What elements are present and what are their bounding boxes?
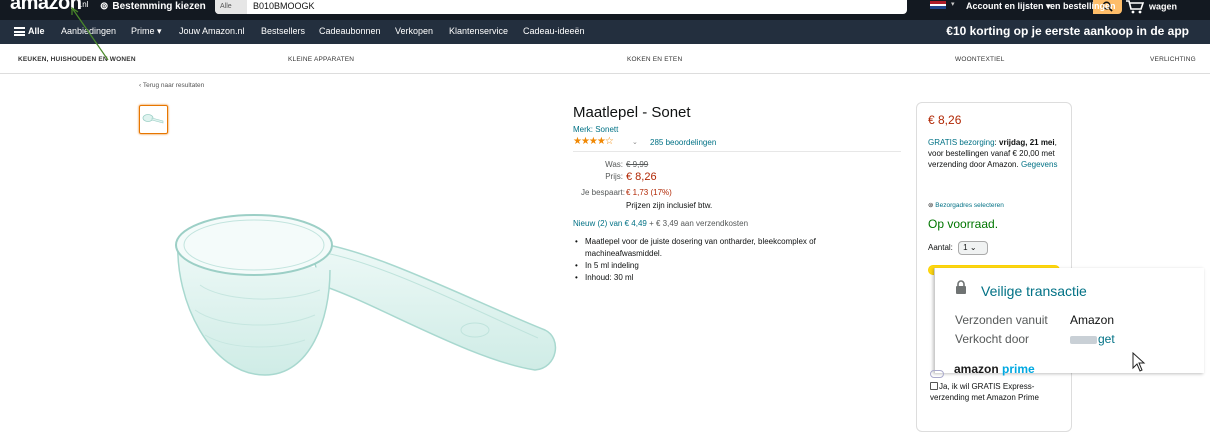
free-delivery-link[interactable]: GRATIS bezorging <box>928 138 995 147</box>
select-address-link[interactable]: ⊚ Bezorgadres selecteren <box>928 201 1004 209</box>
shipped-from-value: Amazon <box>1070 313 1115 327</box>
subnav-item-verlichting[interactable]: VERLICHTING <box>1150 56 1196 63</box>
app-promo-banner[interactable]: €10 korting op je eerste aankoop in de a… <box>946 24 1189 38</box>
quantity-row: Aantal: 1 ⌄ <box>928 241 989 255</box>
subnav-item-woontextiel[interactable]: WOONTEXTIEL <box>955 56 1005 63</box>
language-caret-icon: ▾ <box>951 1 955 8</box>
delivery-colon: : <box>994 138 997 147</box>
cart-label: wagen <box>1149 1 1178 12</box>
stock-status: Op voorraad. <box>928 217 999 231</box>
select-address-label: Bezorgadres selecteren <box>935 202 1004 209</box>
sold-by-text: get <box>1098 332 1115 346</box>
prime-checkbox[interactable] <box>930 382 938 390</box>
feature-bullets: Maatlepel voor de juiste dosering van on… <box>573 236 873 284</box>
new-offers-price[interactable]: € 4,49 <box>625 219 647 228</box>
secure-transaction-title[interactable]: Veilige transactie <box>981 283 1087 299</box>
shipped-from-label: Verzonden vanuit <box>955 313 1048 327</box>
subnav-item-kleine-apparaten[interactable]: KLEINE APPARATEN <box>288 56 354 63</box>
savings-value: € 1,73 (17%) <box>626 188 672 197</box>
brand-link[interactable]: Merk: Sonett <box>573 125 618 134</box>
top-header: amazon .nl ⊚ Bestemming kiezen Alle B010B… <box>0 0 1210 20</box>
redacted-seller <box>1070 335 1097 344</box>
delivery-info: GRATIS bezorging: vrijdag, 21 mei, voor … <box>928 137 1058 170</box>
search-category-select[interactable]: Alle <box>215 0 247 14</box>
list-item: In 5 ml indeling <box>573 260 873 272</box>
new-offers: Nieuw (2) van € 4,49 + € 3,49 aan verzen… <box>573 219 748 228</box>
product-image[interactable] <box>170 190 570 380</box>
delivery-date: vrijdag, 21 mei <box>999 138 1055 147</box>
price-label: Prijs: <box>605 172 623 181</box>
delivery-details-link[interactable]: Gegevens <box>1021 160 1057 169</box>
subnav-item-koken-en-eten[interactable]: KOKEN EN ETEN <box>627 56 682 63</box>
sold-by-label: Verkocht door <box>955 332 1030 346</box>
category-subnav: KEUKEN, HUISHOUDEN EN WONEN KLEINE APPAR… <box>0 44 1210 74</box>
nav-item-bestsellers[interactable]: Bestsellers <box>261 26 305 36</box>
was-label: Was: <box>605 160 623 169</box>
buybox-price: € 8,26 <box>928 113 962 127</box>
quantity-select[interactable]: 1 ⌄ <box>958 241 989 255</box>
new-offers-link[interactable]: Nieuw (2) van <box>573 219 622 228</box>
reviews-link[interactable]: 285 beoordelingen <box>650 138 716 147</box>
search-input[interactable]: B010BMOOGK <box>253 0 315 12</box>
list-item: Inhoud: 30 ml <box>573 272 873 284</box>
list-item: Maatlepel voor de juiste dosering van on… <box>573 236 873 260</box>
prime-badge-outline <box>930 370 944 378</box>
mouse-cursor-icon <box>1132 352 1146 372</box>
nav-prime-caret-icon: ▾ <box>157 26 162 36</box>
rating-stars-icon[interactable]: ★★★★☆ <box>573 136 614 147</box>
nav-item-cadeaubonnen[interactable]: Cadeaubonnen <box>319 26 381 36</box>
account-lists-button[interactable]: Account en lijsten ▾ <box>966 1 1051 12</box>
amazon-prime-logo: amazon prime <box>954 362 1035 376</box>
nav-item-cadeau-ideeen[interactable]: Cadeau-ideeën <box>523 26 585 36</box>
product-title: Maatlepel - Sonet <box>573 104 691 121</box>
prime-word-amazon: amazon <box>954 362 1003 376</box>
product-thumbnail[interactable] <box>139 105 168 134</box>
search-bar: Alle B010BMOOGK <box>215 0 1122 14</box>
quantity-label: Aantal: <box>928 243 953 252</box>
prime-word-prime: prime <box>1002 362 1035 376</box>
savings-label: Je bespaart: <box>580 188 625 197</box>
nav-item-verkopen[interactable]: Verkopen <box>395 26 433 36</box>
back-to-results-link[interactable]: ‹ Terug naar resultaten <box>139 82 204 89</box>
current-price: € 8,26 <box>626 171 657 183</box>
quantity-caret-icon: ⌄ <box>969 243 977 252</box>
divider <box>573 151 901 152</box>
quantity-value: 1 <box>963 243 968 252</box>
spoon-thumbnail-icon <box>142 114 164 124</box>
cart-button[interactable]: wagen <box>1125 0 1177 14</box>
prime-express-option[interactable]: Ja, ik wil GRATIS Express-verzending met… <box>930 381 1050 403</box>
main-navigation: Alle Aanbiedingen Prime ▾ Jouw Amazon.nl… <box>0 20 1210 44</box>
orders-button[interactable]: en bestellingen <box>1050 1 1116 11</box>
cart-icon <box>1126 0 1145 14</box>
was-price: € 9,99 <box>626 160 649 169</box>
account-label: Account en lijsten <box>966 1 1044 11</box>
nav-item-klantenservice[interactable]: Klantenservice <box>449 26 508 36</box>
lock-icon <box>956 280 966 294</box>
language-flag-icon[interactable] <box>930 1 946 9</box>
sold-by-value[interactable]: get <box>1070 332 1115 346</box>
rating-caret-icon[interactable]: ⌄ <box>632 138 638 146</box>
annotation-arrow-icon <box>71 6 109 61</box>
location-icon: ⊚ <box>928 202 934 209</box>
prime-checkbox-label: Ja, ik wil GRATIS Express-verzending met… <box>930 382 1039 402</box>
nav-item-jouw-amazon[interactable]: Jouw Amazon.nl <box>179 26 245 36</box>
new-offers-shipping: + € 3,49 aan verzendkosten <box>649 219 749 228</box>
vat-note: Prijzen zijn inclusief btw. <box>626 201 713 210</box>
